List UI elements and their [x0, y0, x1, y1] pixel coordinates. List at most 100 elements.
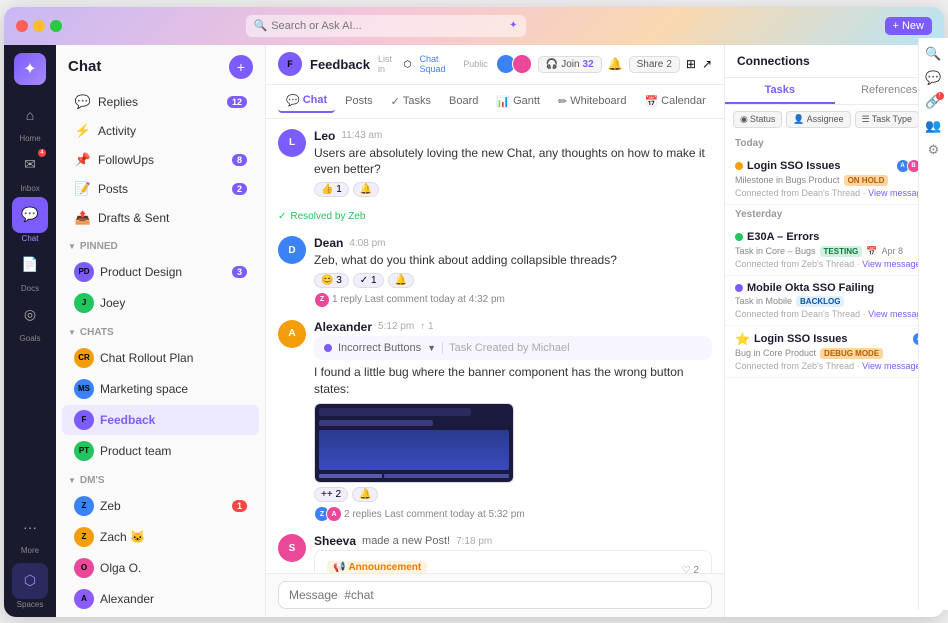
pinned-header[interactable]: ▼ Pinned — [56, 237, 265, 256]
sidebar-item-marketing[interactable]: MS Marketing space — [62, 374, 259, 404]
filter-task-type[interactable]: ☰ Task Type — [855, 111, 919, 128]
connection-e30a[interactable]: E30A – Errors Z Task in Core – Bugs TEST… — [725, 224, 944, 276]
leo-reaction-2[interactable]: 🔔 — [353, 182, 379, 197]
tab-posts[interactable]: Posts — [337, 91, 381, 111]
connection-login-sso-today[interactable]: Login SSO Issues A B 🚩 Milestone in Bugs… — [725, 153, 944, 205]
sidebar-item-feedback[interactable]: F Feedback — [62, 405, 259, 435]
dms-header[interactable]: ▼ DM's — [56, 471, 265, 490]
share-count: 2 — [666, 59, 672, 70]
inbox-label: Inbox — [20, 184, 40, 193]
tab-gantt-label: Gantt — [513, 95, 540, 107]
alexander-message-body: Alexander 5:12 pm ↑ 1 Incorrect Buttons … — [314, 320, 712, 523]
goals-label: Goals — [20, 334, 41, 343]
view-message-4[interactable]: View message — [862, 361, 920, 371]
sidebar-item-spaces[interactable]: ⬡ Spaces — [12, 563, 48, 609]
sidebar-item-home[interactable]: ⌂ Home — [12, 97, 48, 143]
post-likes: ♡ 2 — [682, 565, 699, 572]
alexander-reaction-1[interactable]: ++ 2 — [314, 487, 348, 502]
tab-doc[interactable]: 📄 Doc — [716, 91, 724, 112]
alexander-replies-bar[interactable]: Z A 2 replies Last comment today at 5:32… — [314, 506, 712, 522]
sidebar-add-button[interactable]: + — [229, 55, 253, 79]
sidebar-item-zeb[interactable]: Z Zeb 1 — [62, 491, 259, 521]
expand-icon[interactable]: ↗ — [702, 57, 712, 71]
chat-squad-label[interactable]: Chat Squad — [420, 54, 456, 74]
dms-section: ▼ DM's Z Zeb 1 Z Zach 🐱 O Olga O. A — [56, 469, 265, 617]
sidebar-item-docs[interactable]: 📄 Docs — [12, 247, 48, 293]
view-message-2[interactable]: View message — [862, 259, 920, 269]
new-button[interactable]: + New — [885, 17, 933, 35]
dean-reaction-1[interactable]: 😊 3 — [314, 273, 349, 288]
join-button[interactable]: 🎧 Join 32 — [538, 56, 602, 73]
chat-squad-icon: ⬡ — [404, 59, 412, 70]
tab-tasks[interactable]: ✓ Tasks — [383, 91, 439, 112]
connection-login-sso-yesterday[interactable]: ⭐ Login SSO Issues A B Bug in Core Produ… — [725, 326, 944, 378]
tab-chat[interactable]: 💬 Chat — [278, 90, 335, 113]
dean-reaction-2[interactable]: ✓ 1 — [353, 273, 384, 288]
search-side-icon[interactable]: 🔍 — [925, 46, 941, 62]
sidebar-item-inbox[interactable]: ✉ 4 Inbox — [12, 147, 48, 193]
maximize-button[interactable] — [50, 20, 62, 32]
tab-whiteboard[interactable]: ✏ Whiteboard — [550, 91, 634, 112]
olga-label: Olga O. — [100, 561, 247, 575]
screenshot-footer-bar — [319, 474, 382, 478]
sidebar-item-product-design[interactable]: PD Product Design 3 — [62, 257, 259, 287]
comment-side-icon[interactable]: 💬 — [925, 70, 941, 86]
minimize-button[interactable] — [33, 20, 45, 32]
sidebar-item-replies[interactable]: 💬 Replies 12 — [62, 88, 259, 116]
alexander-reaction-2[interactable]: 🔔 — [352, 487, 378, 502]
sidebar-item-add-person[interactable]: + Add person — [62, 615, 259, 617]
tab-calendar[interactable]: 📅 Calendar — [636, 91, 713, 112]
chat-input-field[interactable] — [278, 581, 712, 609]
dean-replies-bar[interactable]: Z 1 reply Last comment today at 4:32 pm — [314, 292, 712, 308]
connection-mobile-okta[interactable]: Mobile Okta SSO Failing Task in Mobile B… — [725, 276, 944, 326]
members-side-icon[interactable]: 👥 — [925, 118, 941, 134]
task-type-icon: ☰ — [862, 114, 870, 125]
dean-reaction-3[interactable]: 🔔 — [388, 273, 414, 288]
settings-side-icon[interactable]: ⚙ — [928, 142, 940, 158]
search-bar[interactable]: 🔍 Search or Ask AI... ✦ — [246, 15, 526, 37]
sidebar-item-activity[interactable]: ⚡ Activity — [62, 117, 259, 145]
sidebar-item-zach[interactable]: Z Zach 🐱 — [62, 522, 259, 552]
screenshot-preview — [314, 403, 514, 483]
ai-icon: ✦ — [509, 20, 517, 31]
docs-icon: 📄 — [12, 247, 48, 283]
sidebar-item-joey[interactable]: J Joey — [62, 288, 259, 318]
tab-board[interactable]: Board — [441, 91, 486, 111]
joey-label: Joey — [100, 296, 247, 310]
filter-assignee[interactable]: 👤 Assignee — [786, 111, 850, 128]
connected-from-3: Connected from Dean's Thread — [735, 309, 860, 319]
connections-side-icon[interactable]: 🔗! — [925, 94, 941, 110]
task-banner-dropdown: ▼ — [427, 343, 436, 353]
chats-header[interactable]: ▼ Chats — [56, 323, 265, 342]
bell-icon[interactable]: 🔔 — [608, 57, 623, 71]
status-badge-debug: DEBUG MODE — [820, 348, 883, 359]
connection-dot-2 — [735, 233, 743, 241]
sidebar-item-posts[interactable]: 📝 Posts 2 — [62, 175, 259, 203]
sidebar-item-alexander[interactable]: A Alexander — [62, 584, 259, 614]
right-icon-bar: 🔍 💬 🔗! 👥 ⚙ — [918, 45, 944, 611]
sidebar-item-chat-rollout[interactable]: CR Chat Rollout Plan — [62, 343, 259, 373]
share-button[interactable]: Share 2 — [629, 56, 680, 73]
sidebar-item-olga[interactable]: O Olga O. — [62, 553, 259, 583]
join-label: Join — [561, 59, 579, 70]
sidebar-item-followups[interactable]: 📌 FollowUps 8 — [62, 146, 259, 174]
connections-header: Connections ✕ — [725, 45, 944, 78]
filter-status[interactable]: ◉ Status — [733, 111, 782, 128]
sidebar-item-chat[interactable]: 💬 Chat — [12, 197, 48, 243]
leo-reaction-1[interactable]: 👍 1 — [314, 182, 349, 197]
goals-icon: ◎ — [12, 297, 48, 333]
connections-tab-tasks[interactable]: Tasks — [725, 78, 835, 104]
zeb-badge: 1 — [232, 500, 247, 512]
activity-icon: ⚡ — [74, 122, 92, 140]
tab-gantt[interactable]: 📊 Gantt — [488, 91, 548, 112]
announcement-icon: 📢 — [333, 562, 345, 572]
close-button[interactable] — [16, 20, 28, 32]
alexander-replies-text: 2 replies Last comment today at 5:32 pm — [344, 509, 525, 520]
sidebar-item-product-team[interactable]: PT Product team — [62, 436, 259, 466]
posts-label: Posts — [98, 182, 226, 196]
sidebar-item-goals[interactable]: ◎ Goals — [12, 297, 48, 343]
sidebar-item-drafts[interactable]: 📤 Drafts & Sent — [62, 204, 259, 232]
sidebar-item-more[interactable]: ··· More — [12, 509, 48, 555]
app-container: 🔍 Search or Ask AI... ✦ + New ✦ ⌂ Home ✉… — [4, 7, 944, 617]
layout-icon[interactable]: ⊞ — [686, 57, 696, 71]
